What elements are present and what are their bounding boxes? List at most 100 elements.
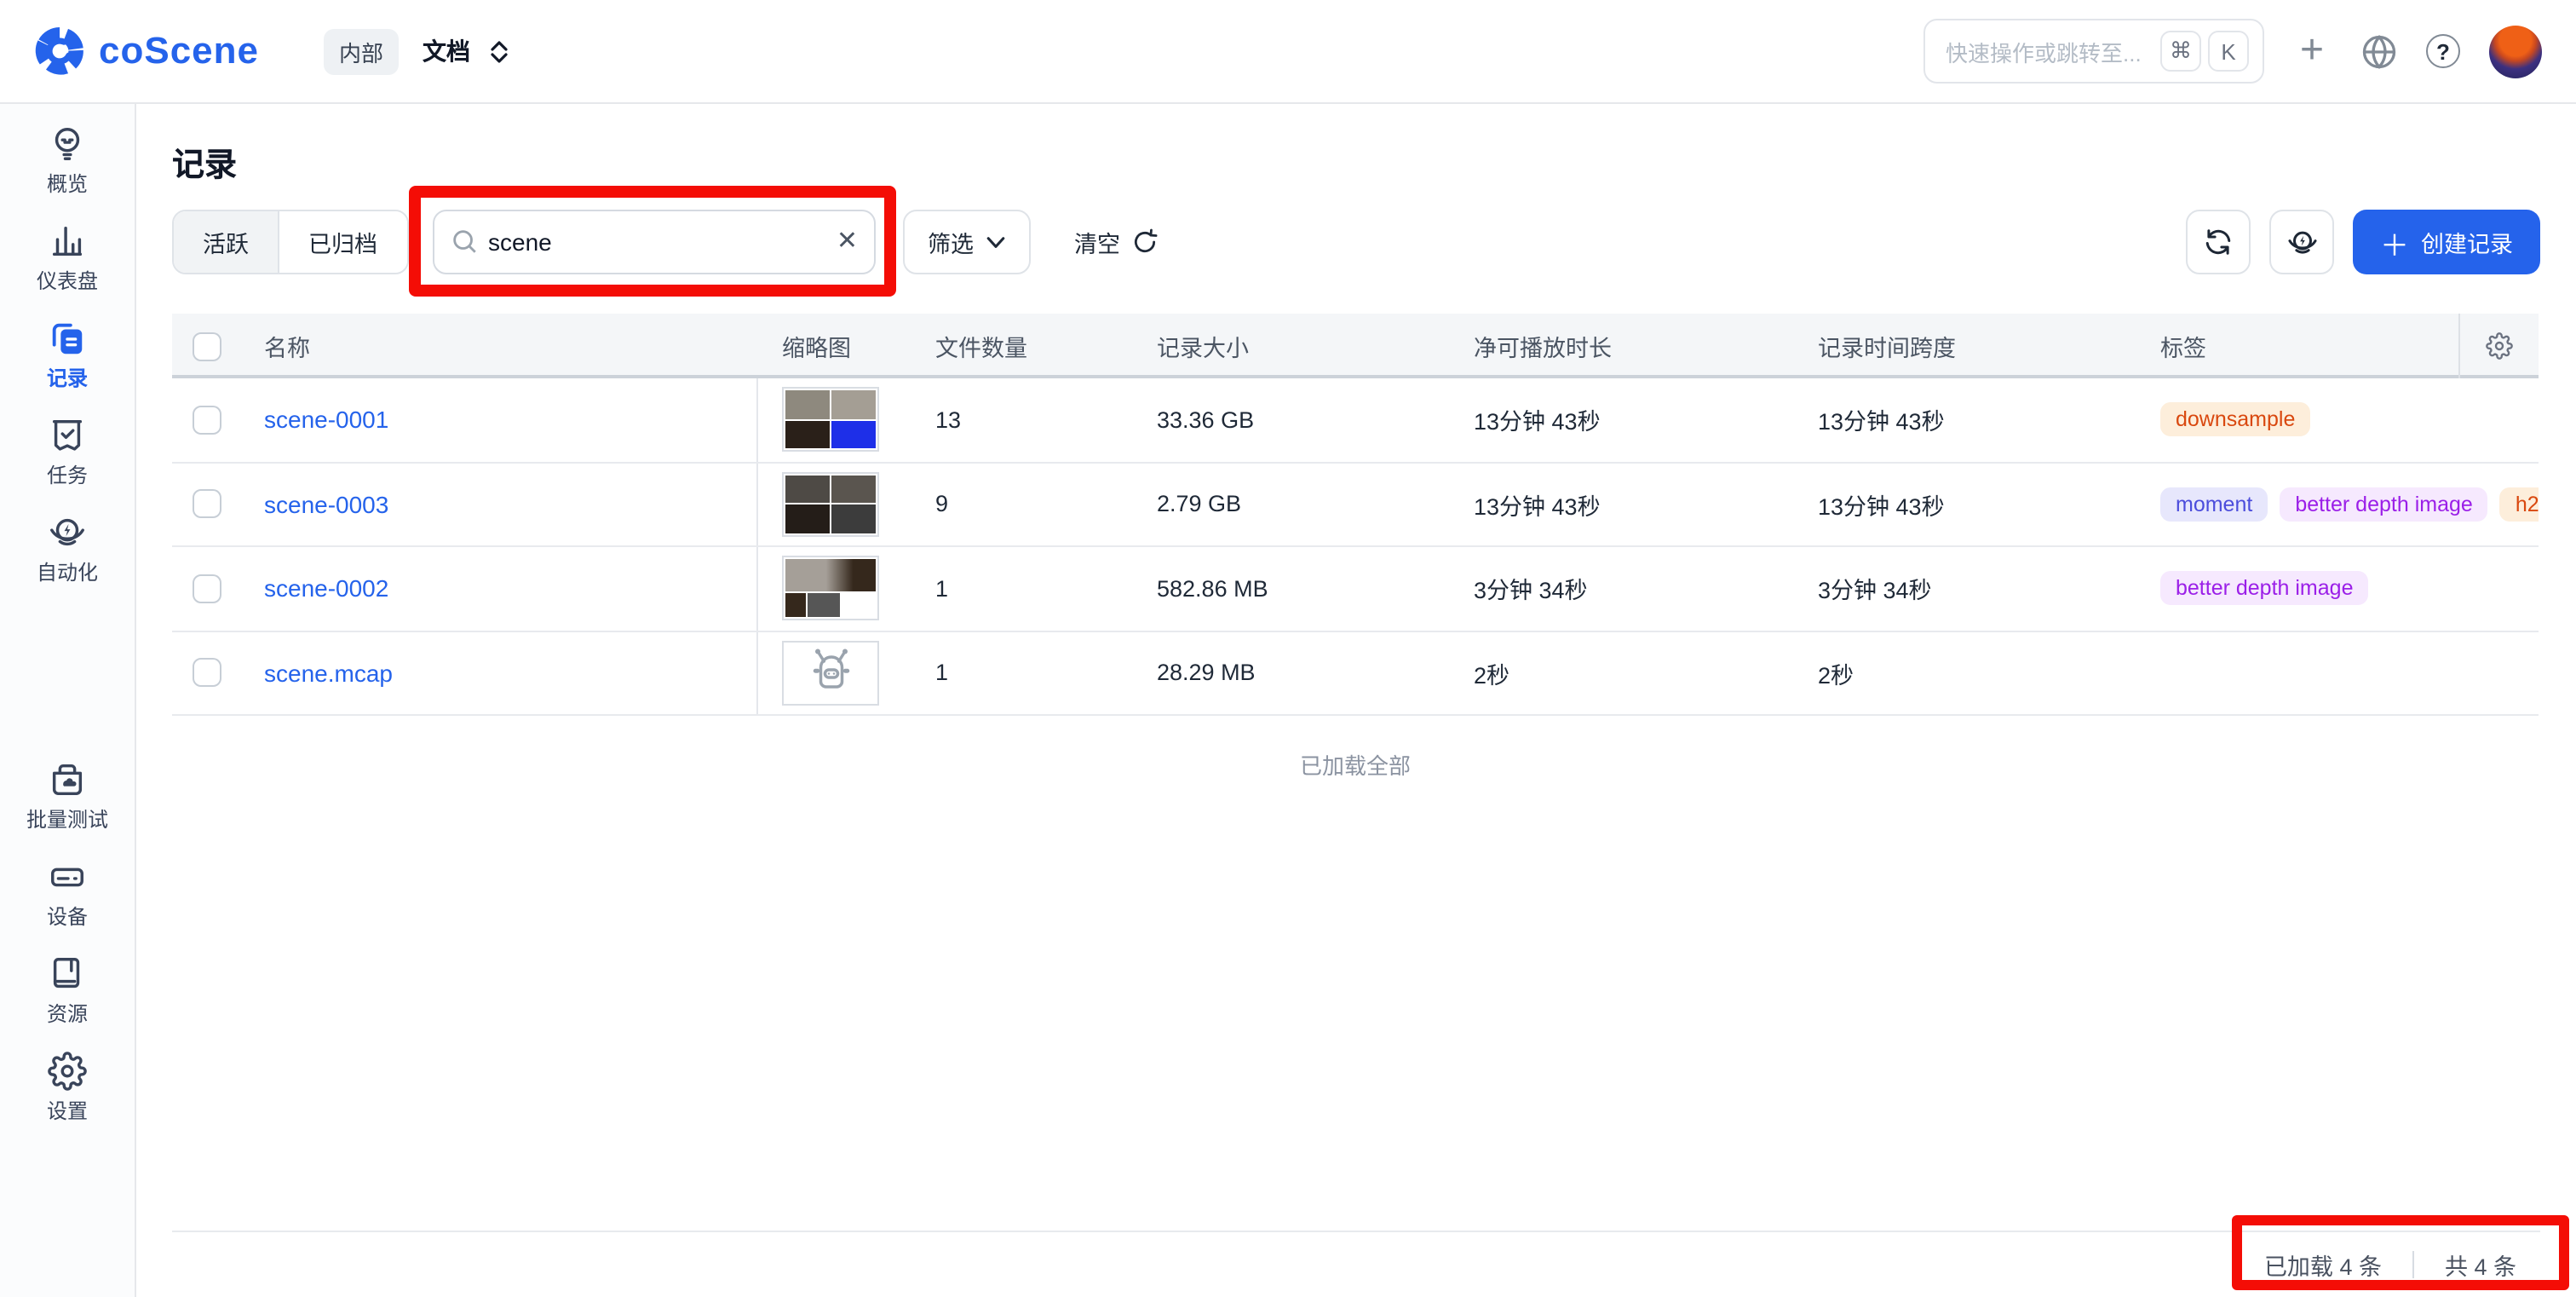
- record-thumbnail[interactable]: [782, 556, 879, 621]
- clear-search-icon[interactable]: ✕: [837, 225, 858, 256]
- record-name-cell: scene.mcap: [237, 631, 758, 714]
- project-selector-label[interactable]: 文档: [423, 34, 470, 68]
- loaded-all-text: 已加载全部: [172, 748, 2539, 781]
- sidebar-item-dashboard[interactable]: 仪表盘: [6, 220, 129, 295]
- tag-chip[interactable]: better depth image: [2280, 487, 2488, 522]
- quick-search-shortcut: ⌘ K: [2160, 31, 2249, 72]
- row-checkbox[interactable]: [193, 490, 221, 519]
- footer-divider: [2412, 1251, 2414, 1278]
- record-size-cell: 28.29 MB: [1130, 660, 1446, 686]
- table-row: scene-00021582.86 MB3分钟 34秒3分钟 34秒better…: [172, 547, 2539, 631]
- automation-icon: [47, 511, 88, 552]
- tag-chip[interactable]: downsample: [2160, 403, 2310, 437]
- coscene-logo-icon: [34, 26, 85, 77]
- sidebar-item-automation[interactable]: 自动化: [6, 511, 129, 586]
- globe-icon[interactable]: [2360, 32, 2397, 70]
- user-avatar[interactable]: [2489, 25, 2542, 78]
- sidebar-item-label: 概览: [47, 169, 88, 198]
- reset-filters-button[interactable]: 清空: [1074, 225, 1158, 259]
- playable-duration-cell: 2秒: [1446, 656, 1791, 690]
- file-count-cell: 13: [908, 407, 1130, 433]
- filter-button-label: 筛选: [928, 225, 974, 259]
- col-record-size: 记录大小: [1130, 329, 1446, 363]
- automation-trigger-button[interactable]: [2269, 210, 2334, 274]
- resources-icon: [47, 953, 88, 994]
- file-count-cell: 1: [908, 660, 1130, 686]
- archive-tabs: 活跃 已归档: [172, 210, 408, 274]
- row-checkbox[interactable]: [193, 406, 221, 435]
- row-select-cell: [172, 406, 237, 435]
- record-link[interactable]: scene.mcap: [264, 660, 393, 687]
- org-badge[interactable]: 内部: [324, 28, 399, 74]
- record-name-cell: scene-0003: [237, 463, 758, 545]
- dashboard-icon: [47, 220, 88, 261]
- quick-search-input[interactable]: 快速操作或跳转至... ⌘ K: [1923, 19, 2264, 84]
- sidebar-item-settings[interactable]: 设置: [6, 1050, 129, 1125]
- time-span-cell: 13分钟 43秒: [1791, 487, 2133, 522]
- sidebar-item-label: 资源: [47, 999, 88, 1028]
- devices-icon: [47, 856, 88, 896]
- sidebar-item-label: 设备: [47, 902, 88, 931]
- create-record-button[interactable]: ＋ 创建记录: [2353, 210, 2540, 274]
- record-name-cell: scene-0002: [237, 547, 758, 630]
- robot-placeholder-icon: [805, 645, 856, 701]
- refresh-icon: [2203, 227, 2234, 257]
- row-select-cell: [172, 574, 237, 603]
- help-icon[interactable]: ?: [2426, 34, 2460, 68]
- records-toolbar: 活跃 已归档 ✕ 筛选: [172, 208, 2540, 276]
- sidebar-item-tasks[interactable]: 任务: [6, 414, 129, 489]
- search-input[interactable]: [432, 210, 875, 274]
- reset-filters-label: 清空: [1074, 225, 1120, 259]
- refresh-button[interactable]: [2186, 210, 2251, 274]
- col-name: 名称: [237, 329, 758, 363]
- records-table: 名称 缩略图 文件数量 记录大小 净可播放时长 记录时间跨度 标签 scene-…: [172, 314, 2539, 781]
- tags-cell: downsample: [2133, 403, 2539, 437]
- settings-icon: [47, 1050, 88, 1091]
- table-body: scene-00011333.36 GB13分钟 43秒13分钟 43秒down…: [172, 378, 2539, 716]
- record-thumbnail[interactable]: [782, 388, 879, 453]
- tag-chip[interactable]: moment: [2160, 487, 2268, 522]
- tags-cell: better depth image: [2133, 572, 2539, 606]
- sidebar-item-label: 仪表盘: [37, 266, 98, 295]
- record-thumbnail[interactable]: [782, 472, 879, 537]
- row-checkbox[interactable]: [193, 659, 221, 688]
- quick-search-placeholder: 快速操作或跳转至...: [1946, 35, 2160, 67]
- record-name-cell: scene-0001: [237, 378, 758, 461]
- sidebar-nav: 概览仪表盘记录任务自动化批量测试设备资源设置: [0, 104, 136, 1297]
- sidebar-item-devices[interactable]: 设备: [6, 856, 129, 931]
- tab-active-records[interactable]: 活跃: [174, 211, 278, 273]
- record-link[interactable]: scene-0001: [264, 406, 388, 434]
- chevron-down-icon: [986, 236, 1004, 248]
- loaded-count: 已加载 4 条: [2264, 1248, 2382, 1282]
- logo-text: coScene: [99, 29, 259, 73]
- col-tags: 标签: [2133, 329, 2458, 363]
- table-row: scene.mcap128.29 MB2秒2秒: [172, 631, 2539, 716]
- add-icon[interactable]: +: [2293, 32, 2331, 70]
- table-settings-button[interactable]: [2458, 314, 2539, 378]
- table-row: scene-00011333.36 GB13分钟 43秒13分钟 43秒down…: [172, 378, 2539, 463]
- sidebar-item-batch-test[interactable]: 批量测试: [6, 758, 129, 833]
- thumbnail-cell: [758, 388, 908, 453]
- select-all-checkbox[interactable]: [193, 331, 221, 360]
- status-bar: 已加载 4 条 共 4 条: [172, 1231, 2540, 1297]
- sidebar-item-label: 任务: [47, 460, 88, 489]
- filter-button[interactable]: 筛选: [902, 210, 1030, 274]
- tasks-icon: [47, 414, 88, 455]
- project-selector-chevron-icon[interactable]: [491, 40, 508, 62]
- record-link[interactable]: scene-0003: [264, 491, 388, 518]
- sidebar-item-resources[interactable]: 资源: [6, 953, 129, 1028]
- tag-chip[interactable]: better depth image: [2160, 572, 2369, 606]
- tab-archived-records[interactable]: 已归档: [278, 211, 406, 273]
- record-link[interactable]: scene-0002: [264, 575, 388, 602]
- records-page: 记录 活跃 已归档 ✕ 筛选: [136, 104, 2576, 1297]
- sidebar-item-records[interactable]: 记录: [6, 317, 129, 392]
- col-thumbnail: 缩略图: [758, 329, 908, 363]
- sidebar-item-overview[interactable]: 概览: [6, 123, 129, 198]
- row-checkbox[interactable]: [193, 574, 221, 603]
- record-thumbnail[interactable]: [782, 641, 879, 706]
- tag-chip[interactable]: h264: [2500, 487, 2539, 522]
- thumbnail-cell: [758, 641, 908, 706]
- table-row: scene-000392.79 GB13分钟 43秒13分钟 43秒moment…: [172, 463, 2539, 547]
- playable-duration-cell: 13分钟 43秒: [1446, 487, 1791, 522]
- coscene-logo[interactable]: coScene: [34, 26, 259, 77]
